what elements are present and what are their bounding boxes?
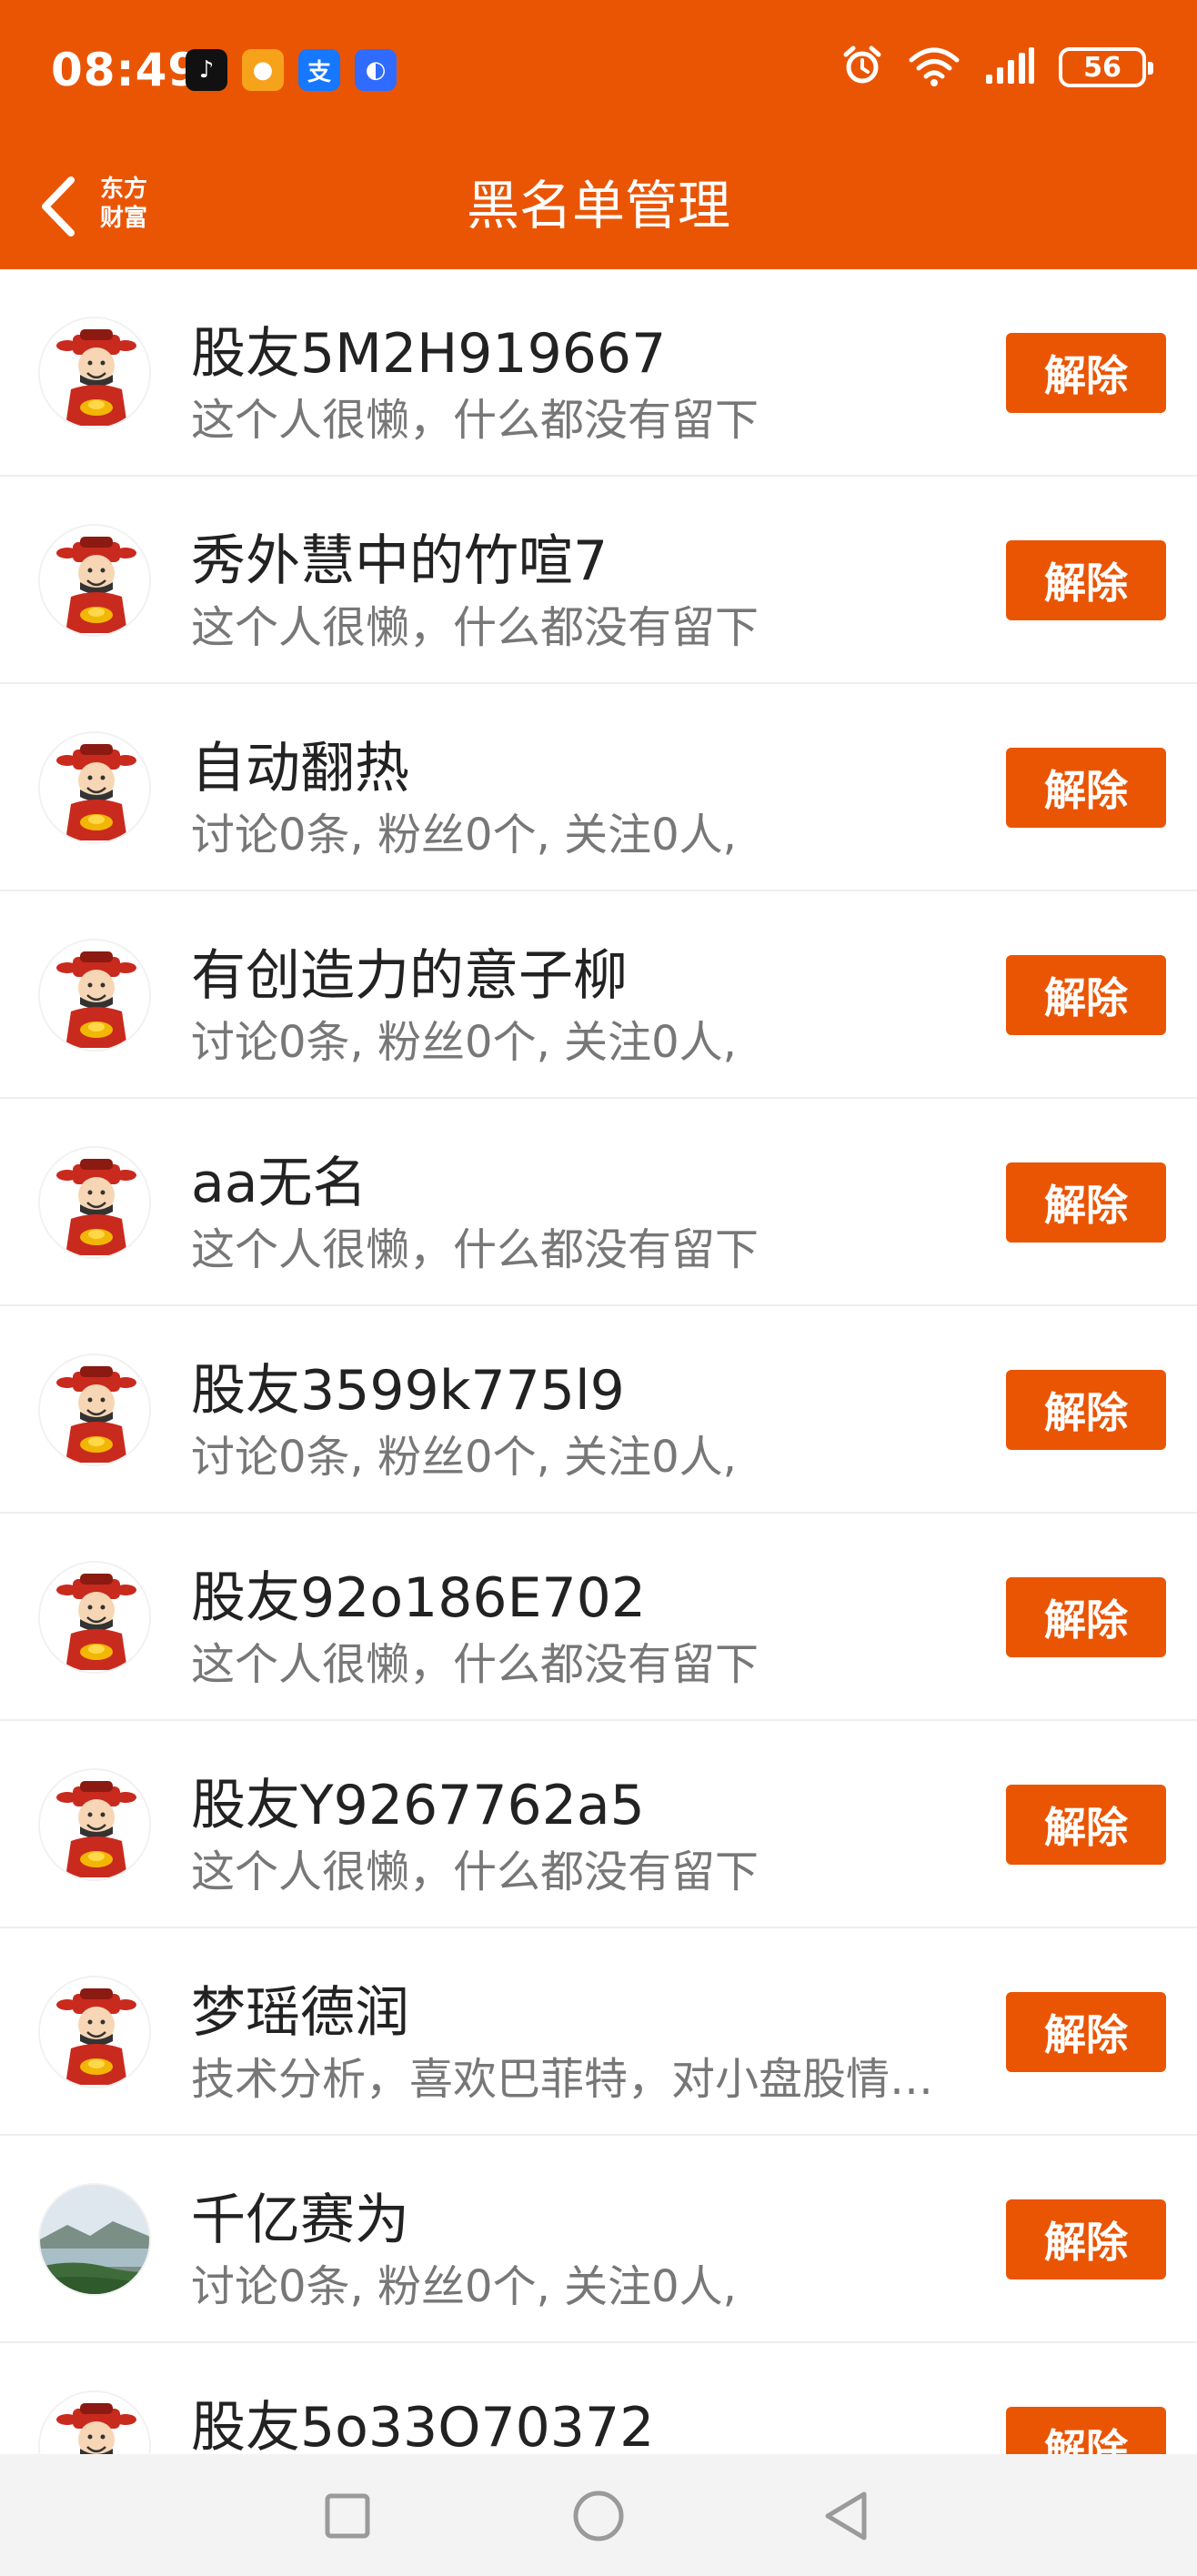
unblock-button[interactable]: 解除 [1006,1992,1166,2072]
unblock-button[interactable]: 解除 [1006,1577,1166,1657]
unblock-button[interactable]: 解除 [1006,333,1166,413]
unblock-button[interactable]: 解除 [1006,540,1166,620]
back-nav-button[interactable] [810,2480,882,2552]
signal-icon [984,45,1035,89]
user-name: 股友92o186E702 [191,1566,647,1630]
list-item[interactable]: 梦瑶德润技术分析，喜欢巴菲特，对小盘股情… 解除 [0,1928,1197,2136]
avatar [38,731,151,844]
list-item[interactable]: 股友3599k775l9 讨论0条, 粉丝0个, 关注0人, 解除 [0,1306,1197,1514]
app-icon-blue: ◐ [355,49,397,91]
user-description: 讨论0条, 粉丝0个, 关注0人, [191,1017,737,1068]
avatar [38,1768,151,1881]
unblock-button[interactable]: 解除 [1006,2199,1166,2279]
avatar [38,2390,151,2454]
header: 08:49 ♪ ● 支 ◐ 56 东方 财富 黑名单管理 [0,0,1197,269]
avatar [38,1561,151,1674]
user-name: 股友5M2H919667 [191,322,667,386]
user-description: 这个人很懒，什么都没有留下 [191,1639,759,1690]
list-item[interactable]: aa无名这个人很懒，什么都没有留下 解除 [0,1099,1197,1306]
avatar [38,1146,151,1259]
list-item[interactable]: 股友Y9267762a5 这个人很懒，什么都没有留下 解除 [0,1721,1197,1928]
tiktok-icon: ♪ [186,49,227,91]
notification-icons: ♪ ● 支 ◐ [186,49,397,91]
triangle-back-icon [825,2491,867,2541]
nav-bar: 东方 财富 黑名单管理 [0,146,1197,269]
user-description: 这个人很懒，什么都没有留下 [191,1224,759,1275]
blocklist: 股友5M2H919667 这个人很懒，什么都没有留下 解除 秀外慧中的竹喧7 这个人很懒… [0,269,1197,2454]
user-description: 讨论0条, 粉丝0个, 关注0人, [191,810,737,860]
user-name: 股友3599k775l9 [191,1359,625,1423]
app-icon-yellow: ● [242,49,284,91]
avatar [38,1353,151,1466]
user-description: 这个人很懒，什么都没有留下 [191,395,759,446]
list-item[interactable]: 股友5o33O70372 解除 [0,2343,1197,2454]
status-indicators: 56 [840,44,1153,91]
avatar [38,2183,151,2296]
circle-icon [573,2490,624,2541]
user-name: 自动翻热 [191,737,409,800]
square-icon [325,2493,370,2539]
avatar [38,939,151,1052]
status-time: 08:49 [51,44,201,96]
user-description: 技术分析，喜欢巴菲特，对小盘股情… [191,2054,934,2105]
avatar [38,524,151,637]
blacklist-management-page: 08:49 ♪ ● 支 ◐ 56 东方 财富 黑名单管理 股友5M2H91966… [0,0,1197,2576]
alipay-icon: 支 [298,49,340,91]
unblock-button[interactable]: 解除 [1006,748,1166,828]
list-item[interactable]: 股友5M2H919667 这个人很懒，什么都没有留下 解除 [0,269,1197,477]
unblock-button[interactable]: 解除 [1006,1162,1166,1243]
avatar [38,317,151,429]
list-item[interactable]: 秀外慧中的竹喧7 这个人很懒，什么都没有留下 解除 [0,477,1197,684]
unblock-button[interactable]: 解除 [1006,1785,1166,1865]
list-item[interactable]: 自动翻热讨论0条, 粉丝0个, 关注0人, 解除 [0,684,1197,891]
user-name: 梦瑶德润 [191,1981,409,2045]
user-name: 股友5o33O70372 [191,2396,655,2454]
system-navigation-bar [0,2454,1197,2576]
user-description: 这个人很懒，什么都没有留下 [191,602,759,653]
battery-indicator: 56 [1059,47,1153,87]
user-description: 讨论0条, 粉丝0个, 关注0人, [191,2261,737,2312]
list-item[interactable]: 有创造力的意子柳讨论0条, 粉丝0个, 关注0人, 解除 [0,891,1197,1099]
user-description: 这个人很懒，什么都没有留下 [191,1846,759,1897]
user-description: 讨论0条, 粉丝0个, 关注0人, [191,1432,737,1483]
user-name: 股友Y9267762a5 [191,1774,645,1837]
user-name: 千亿赛为 [191,2189,409,2252]
page-title: 黑名单管理 [466,175,730,236]
user-name: 有创造力的意子柳 [191,944,628,1008]
list-item[interactable]: 千亿赛为讨论0条, 粉丝0个, 关注0人, 解除 [0,2136,1197,2343]
wifi-icon [908,44,961,91]
recent-apps-button[interactable] [311,2480,384,2552]
list-item[interactable]: 股友92o186E702 这个人很懒，什么都没有留下 解除 [0,1514,1197,1721]
unblock-button[interactable]: 解除 [1006,1370,1166,1450]
home-button[interactable] [562,2480,635,2552]
avatar [38,1976,151,2088]
alarm-icon [840,44,884,91]
user-name: aa无名 [191,1152,367,1215]
unblock-button[interactable]: 解除 [1006,955,1166,1035]
status-bar: 08:49 ♪ ● 支 ◐ 56 [0,0,1197,146]
unblock-button[interactable]: 解除 [1006,2407,1166,2454]
user-name: 秀外慧中的竹喧7 [191,529,609,593]
